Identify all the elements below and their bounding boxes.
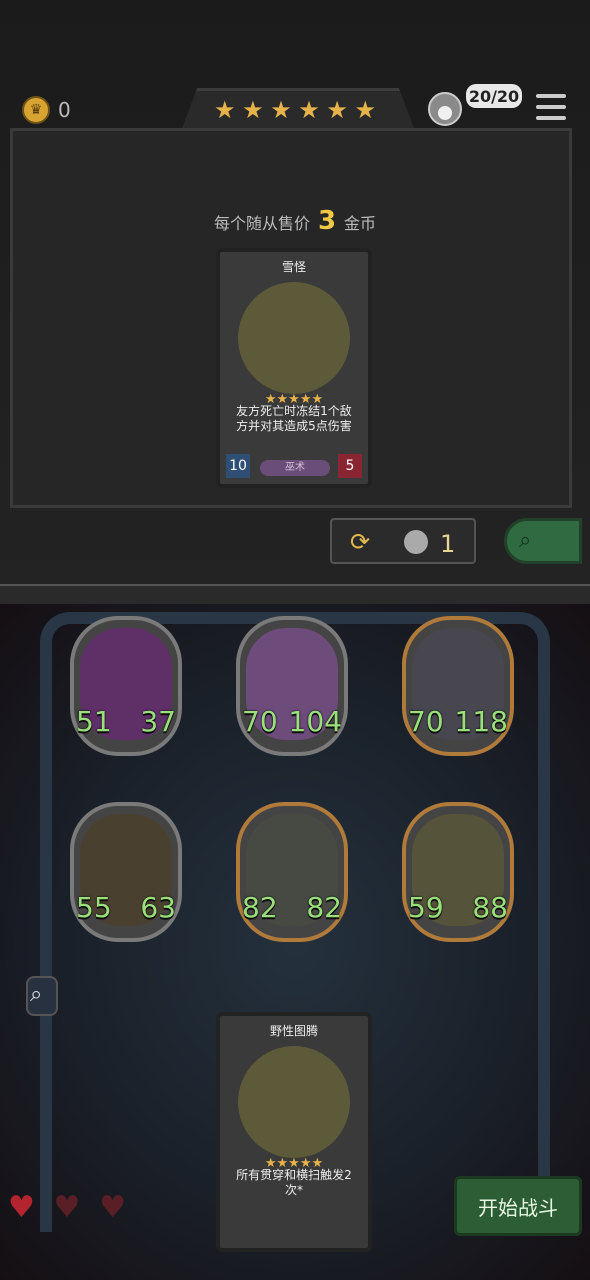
minion-attack: 70: [242, 705, 278, 738]
card-description: 友方死亡时冻结1个敌方并对其造成5点伤害: [236, 404, 352, 433]
minion-card[interactable]: 59 88: [402, 802, 514, 942]
card-name: 野性图腾: [269, 1024, 318, 1038]
start-battle-button[interactable]: 开始战斗: [454, 1176, 582, 1236]
heart-icon: ♥: [53, 1190, 81, 1225]
minion-attack: 70: [408, 705, 444, 738]
refresh-cost: 1: [440, 530, 456, 558]
lives: ♥ ♥ ♥: [8, 1190, 126, 1226]
minion-card[interactable]: 70 104: [236, 616, 348, 756]
heart-icon: ♥: [8, 1190, 35, 1225]
minion-attack: 55: [76, 891, 112, 924]
star-icon: ★: [326, 96, 348, 124]
card-name: 雪怪: [281, 260, 306, 274]
card-art: [238, 1046, 350, 1158]
minion-card[interactable]: 82 82: [236, 802, 348, 942]
search-icon: ⌕: [519, 528, 532, 553]
search-button[interactable]: ⌕: [504, 518, 582, 564]
star-icon: ★: [298, 96, 320, 124]
price-value: 3: [317, 206, 337, 236]
board-search-button[interactable]: ⌕: [26, 976, 58, 1016]
minion-card[interactable]: 51 37: [70, 616, 182, 756]
minion-health: 88: [472, 891, 508, 924]
minion-attack: 59: [408, 891, 444, 924]
capacity-badge: 20/20: [466, 84, 522, 108]
star-icon: ★: [270, 96, 292, 124]
minion-health: 63: [140, 891, 176, 924]
minion-attack: 82: [242, 891, 278, 924]
card-health: 5: [338, 454, 362, 478]
minion-health: 118: [454, 705, 508, 738]
coin-icon: [404, 530, 428, 554]
coin-icon: ♛: [22, 96, 50, 124]
minion-health: 37: [140, 705, 176, 738]
card-art: [238, 282, 350, 394]
minion-card[interactable]: 70 118: [402, 616, 514, 756]
star-icon: ★: [242, 96, 264, 124]
menu-icon: [536, 94, 566, 98]
refresh-button[interactable]: ⟳ 1: [330, 518, 476, 564]
minion-card[interactable]: 55 63: [70, 802, 182, 942]
price-suffix: 金币: [344, 214, 377, 233]
star-icon: ★: [214, 96, 236, 124]
player-avatar-icon[interactable]: [428, 92, 462, 126]
search-icon: ⌕: [30, 982, 43, 1007]
menu-button[interactable]: [536, 94, 566, 120]
shop-price: 每个随从售价 3 金币: [0, 206, 590, 236]
star-icon: ★: [354, 96, 376, 124]
minion-health: 104: [288, 705, 342, 738]
card-description: 所有贯穿和横扫触发2次*: [236, 1168, 352, 1197]
minion-health: 82: [306, 891, 342, 924]
coin-count: 0: [58, 98, 71, 122]
tier-stars: ★ ★ ★ ★ ★ ★: [214, 96, 376, 124]
heart-icon: ♥: [99, 1190, 126, 1225]
shop-card[interactable]: 雪怪 ★★★★★ 友方死亡时冻结1个敌方并对其造成5点伤害 巫术 10 5: [216, 248, 372, 488]
card-attack: 10: [226, 454, 250, 478]
card-tag: 巫术: [260, 460, 330, 476]
refresh-icon: ⟳: [350, 528, 371, 556]
price-prefix: 每个随从售价: [213, 214, 310, 233]
hand-card[interactable]: 野性图腾 ★★★★★ 所有贯穿和横扫触发2次*: [216, 1012, 372, 1252]
minion-attack: 51: [76, 705, 112, 738]
